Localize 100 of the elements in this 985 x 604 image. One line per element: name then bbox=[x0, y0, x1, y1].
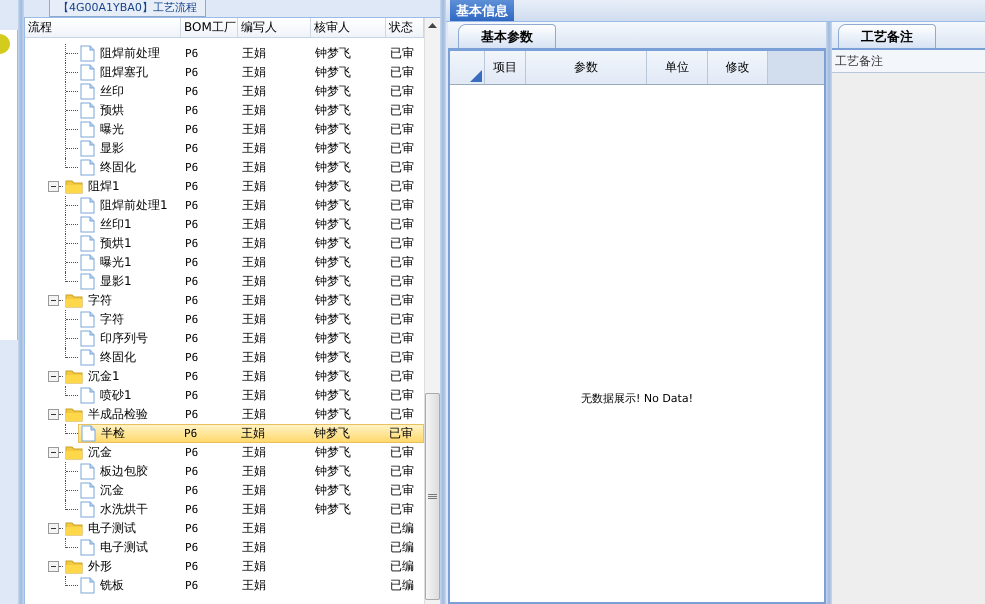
tree-item[interactable]: 电子测试 bbox=[88, 520, 136, 537]
splitter-handle[interactable] bbox=[440, 0, 446, 604]
table-cell-text: P6 bbox=[184, 465, 200, 478]
table-cell: 钟梦飞 bbox=[315, 198, 351, 212]
table-cell: 钟梦飞 bbox=[315, 46, 351, 60]
collapse-icon[interactable] bbox=[48, 371, 59, 382]
table-cell-text: 王娟 bbox=[241, 140, 267, 157]
empty-message: 无数据展示! No Data! bbox=[580, 391, 694, 406]
collapse-icon[interactable] bbox=[48, 295, 59, 306]
table-cell: 钟梦飞 bbox=[315, 236, 351, 250]
table-cell: 钟梦飞 bbox=[315, 103, 351, 117]
table-cell-text: 王娟 bbox=[241, 83, 267, 100]
tree-item[interactable]: 电子测试 bbox=[100, 539, 148, 556]
table-cell-text: P6 bbox=[184, 104, 200, 117]
collapse-icon[interactable] bbox=[48, 561, 59, 572]
tree-item[interactable]: 水洗烘干 bbox=[100, 501, 148, 518]
panel-tab[interactable]: 【4G00A1YBA0】工艺流程 bbox=[49, 0, 206, 17]
scrollbar-thumb[interactable] bbox=[425, 393, 440, 600]
tree-item[interactable]: 阻焊塞孔 bbox=[100, 64, 148, 81]
table-cell-text: P6 bbox=[184, 180, 200, 193]
column-header[interactable]: BOM工厂 bbox=[181, 18, 238, 37]
header-filler bbox=[768, 51, 824, 84]
tree-item[interactable]: 阻焊前处理1 bbox=[100, 197, 168, 214]
table-cell-text: 已审 bbox=[389, 368, 415, 385]
table-cell-text: 已审 bbox=[389, 64, 415, 81]
scrollbar[interactable] bbox=[424, 18, 440, 604]
tree-item[interactable]: 终固化 bbox=[100, 349, 136, 366]
document-icon bbox=[80, 45, 95, 62]
table-cell-text: 已审 bbox=[389, 311, 415, 328]
splitter-handle[interactable] bbox=[18, 0, 24, 604]
tree-item[interactable]: 沉金 bbox=[100, 482, 124, 499]
tree-item[interactable]: 阻焊前处理 bbox=[100, 45, 160, 62]
notes-tab[interactable]: 工艺备注 bbox=[838, 24, 936, 48]
tree-item[interactable]: 显影1 bbox=[100, 273, 132, 290]
table-cell: 钟梦飞 bbox=[315, 293, 351, 307]
table-cell: 钟梦飞 bbox=[315, 274, 351, 288]
tree-item[interactable]: 板边包胶 bbox=[100, 463, 148, 480]
table-cell: 钟梦飞 bbox=[315, 483, 351, 497]
info-tab[interactable]: 基本信息 bbox=[450, 0, 514, 21]
table-cell-text: P6 bbox=[184, 275, 200, 288]
table-cell-text: 已审 bbox=[389, 292, 415, 309]
tree-item[interactable]: 曝光 bbox=[100, 121, 124, 138]
tree-item[interactable]: 字符 bbox=[88, 292, 112, 309]
table-cell-text: 王娟 bbox=[241, 254, 267, 271]
collapse-icon[interactable] bbox=[48, 447, 59, 458]
table-cell-text: P6 bbox=[184, 370, 200, 383]
table-cell: 钟梦飞 bbox=[315, 369, 351, 383]
table-cell-text: 王娟 bbox=[241, 197, 267, 214]
table-cell-text: 王娟 bbox=[241, 216, 267, 233]
tree-item[interactable]: 阻焊1 bbox=[88, 178, 120, 195]
table-cell-text: 已审 bbox=[389, 102, 415, 119]
tree-item[interactable]: 丝印 bbox=[100, 83, 124, 100]
tree-item[interactable]: 字符 bbox=[100, 311, 124, 328]
splitter-handle[interactable] bbox=[826, 22, 832, 604]
column-header[interactable]: 参数 bbox=[526, 51, 647, 84]
tree-item[interactable]: 铣板 bbox=[100, 577, 124, 594]
document-icon bbox=[80, 254, 95, 271]
tree-item[interactable]: 预烘1 bbox=[100, 235, 132, 252]
collapse-icon[interactable] bbox=[48, 523, 59, 534]
tree-item[interactable]: 沉金 bbox=[88, 444, 112, 461]
tree-item[interactable]: 喷砂1 bbox=[100, 387, 132, 404]
tree-item[interactable]: 沉金1 bbox=[88, 368, 120, 385]
column-header[interactable]: 编写人 bbox=[238, 18, 311, 37]
table-cell-text: 王娟 bbox=[241, 178, 267, 195]
table-cell: 钟梦飞 bbox=[315, 388, 351, 402]
table-cell-text: P6 bbox=[184, 541, 200, 554]
table-cell-text: P6 bbox=[184, 142, 200, 155]
tree-item[interactable]: 半成品检验 bbox=[88, 406, 148, 423]
table-cell-text: 王娟 bbox=[241, 463, 267, 480]
tree-item[interactable]: 印序列号 bbox=[100, 330, 148, 347]
document-icon bbox=[80, 463, 95, 480]
table-cell-text: 王娟 bbox=[241, 159, 267, 176]
table-cell: 钟梦飞 bbox=[315, 502, 351, 516]
document-icon bbox=[80, 273, 95, 290]
column-header[interactable]: 单位 bbox=[647, 51, 708, 84]
table-cell-text: P6 bbox=[184, 256, 200, 269]
table-cell-text: P6 bbox=[184, 579, 200, 592]
collapse-icon[interactable] bbox=[48, 181, 59, 192]
tree-item[interactable]: 丝印1 bbox=[100, 216, 132, 233]
collapse-icon[interactable] bbox=[48, 409, 59, 420]
tree-item[interactable]: 终固化 bbox=[100, 159, 136, 176]
params-tab[interactable]: 基本参数 bbox=[458, 24, 556, 48]
tree-item[interactable]: 曝光1 bbox=[100, 254, 132, 271]
table-cell-text: 已审 bbox=[389, 45, 415, 62]
table-cell-text: 已审 bbox=[389, 387, 415, 404]
table-cell-text: P6 bbox=[184, 446, 200, 459]
tree-item[interactable]: 外形 bbox=[88, 558, 112, 575]
table-cell-text: 王娟 bbox=[241, 64, 267, 81]
tree-item[interactable]: 显影 bbox=[100, 140, 124, 157]
table-cell: 钟梦飞 bbox=[315, 407, 351, 421]
column-header[interactable]: 核审人 bbox=[311, 18, 386, 37]
column-header[interactable]: 流程 bbox=[25, 18, 181, 37]
table-cell-text: P6 bbox=[184, 123, 200, 136]
column-header[interactable]: 项目 bbox=[485, 51, 526, 84]
table-cell-text: P6 bbox=[184, 294, 200, 307]
document-icon bbox=[80, 501, 95, 518]
tree-item[interactable]: 预烘 bbox=[100, 102, 124, 119]
table-cell-text: 已审 bbox=[389, 140, 415, 157]
table-cell-text: P6 bbox=[184, 332, 200, 345]
folder-icon bbox=[65, 369, 83, 384]
